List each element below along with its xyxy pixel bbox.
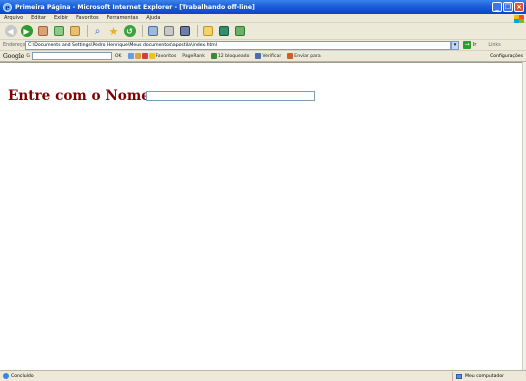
pagerank-indicator: PageRank	[182, 53, 205, 59]
ie-logo-icon: e	[3, 2, 12, 12]
verify-button[interactable]: Verificar	[262, 54, 281, 59]
zone-text: Meu computador	[465, 374, 505, 379]
refresh-button[interactable]	[52, 25, 65, 38]
toolbar-divider	[87, 25, 88, 37]
forward-button[interactable]: ▶	[20, 25, 33, 38]
print-button[interactable]	[162, 25, 175, 38]
menu-item-editar[interactable]: Editar	[31, 15, 46, 21]
google-favorites-button[interactable]: Favoritos	[156, 54, 177, 59]
home-icon	[69, 26, 80, 36]
stop-icon	[37, 26, 48, 36]
forward-icon: ▶	[20, 25, 33, 37]
history-button[interactable]: ↺	[123, 25, 136, 38]
send-icon	[287, 53, 294, 59]
print-icon	[163, 26, 174, 36]
security-zone: Meu computador	[452, 372, 524, 381]
toolbar-divider	[142, 25, 143, 37]
favorites-star-icon	[148, 53, 155, 59]
favorites-button[interactable]: ★	[107, 25, 120, 38]
name-label: Entre com o Nome:	[8, 88, 155, 104]
address-dropdown-icon[interactable]: ▾	[451, 40, 459, 50]
links-button[interactable]: Links	[488, 43, 500, 48]
address-input[interactable]: C:\Documents and Settings\Pedro Henrique…	[25, 40, 451, 50]
menu-item-exibir[interactable]: Exibir	[54, 15, 68, 21]
google-search-input[interactable]	[31, 52, 112, 60]
title-bar: e Primeira Página - Microsoft Internet E…	[0, 0, 526, 14]
status-text: Concluído	[11, 373, 34, 379]
window-controls: _ ❐ ×	[492, 2, 524, 12]
name-input[interactable]	[146, 91, 315, 101]
status-bar: Concluído Meu computador	[0, 370, 526, 381]
home-button[interactable]	[68, 25, 81, 38]
google-info-icon[interactable]	[141, 53, 148, 59]
address-bar: Endereço C:\Documents and Settings\Pedro…	[0, 40, 526, 51]
popup-blocker-icon	[210, 53, 217, 59]
edit-icon	[179, 26, 190, 36]
back-button[interactable]: ◀	[4, 25, 17, 38]
menu-bar: Arquivo Editar Exibir Favoritos Ferramen…	[0, 14, 526, 23]
close-button[interactable]: ×	[514, 2, 524, 12]
menu-item-favoritos[interactable]: Favoritos	[76, 15, 99, 21]
history-icon: ↺	[123, 25, 136, 37]
refresh-icon	[53, 26, 64, 36]
google-settings-button[interactable]: Configurações	[490, 54, 523, 59]
page-done-icon	[3, 373, 9, 379]
spellcheck-icon	[255, 53, 262, 59]
standard-toolbar: ◀ ▶ ⌕ ★ ↺	[0, 23, 526, 40]
back-icon: ◀	[4, 25, 17, 37]
toolbar-divider	[197, 25, 198, 37]
discuss-icon	[218, 26, 229, 36]
google-ok-button[interactable]: OK	[115, 54, 122, 59]
search-icon: ⌕	[94, 25, 101, 37]
discuss-button[interactable]	[217, 25, 230, 38]
send-to-button[interactable]: Enviar para	[294, 54, 320, 59]
vertical-scrollbar[interactable]	[522, 62, 526, 370]
messenger-button[interactable]	[233, 25, 246, 38]
google-news-icon[interactable]	[134, 53, 141, 59]
restore-button[interactable]: ❐	[503, 2, 513, 12]
computer-icon	[456, 374, 462, 379]
google-logo: Google	[3, 52, 25, 60]
popup-blocked-count[interactable]: 12 bloqueado	[218, 54, 250, 59]
address-value: C:\Documents and Settings\Pedro Henrique…	[28, 42, 218, 48]
mail-button[interactable]	[146, 25, 159, 38]
messenger-icon	[234, 26, 245, 36]
go-button[interactable]: Ir	[473, 43, 476, 48]
search-button[interactable]: ⌕	[91, 25, 104, 38]
minimize-button[interactable]: _	[492, 2, 502, 12]
google-toolbar: Google G OK Favoritos PageRank 12 bloque…	[0, 51, 526, 62]
favorites-icon: ★	[108, 24, 119, 38]
menu-item-ferramentas[interactable]: Ferramentas	[107, 15, 139, 21]
stop-button[interactable]	[36, 25, 49, 38]
google-menu-button[interactable]: G	[26, 54, 30, 59]
folder-button[interactable]	[201, 25, 214, 38]
address-label: Endereço	[3, 42, 26, 48]
go-icon[interactable]: →	[463, 41, 471, 49]
edit-button[interactable]	[178, 25, 191, 38]
folder-icon	[202, 26, 213, 36]
windows-flag-icon	[514, 15, 524, 23]
menu-item-arquivo[interactable]: Arquivo	[4, 15, 23, 21]
menu-item-ajuda[interactable]: Ajuda	[146, 15, 160, 21]
window-title: Primeira Página - Microsoft Internet Exp…	[15, 3, 255, 11]
page-content: Entre com o Nome:	[0, 62, 522, 370]
mail-icon	[147, 26, 158, 36]
google-search-icon[interactable]	[127, 53, 134, 59]
